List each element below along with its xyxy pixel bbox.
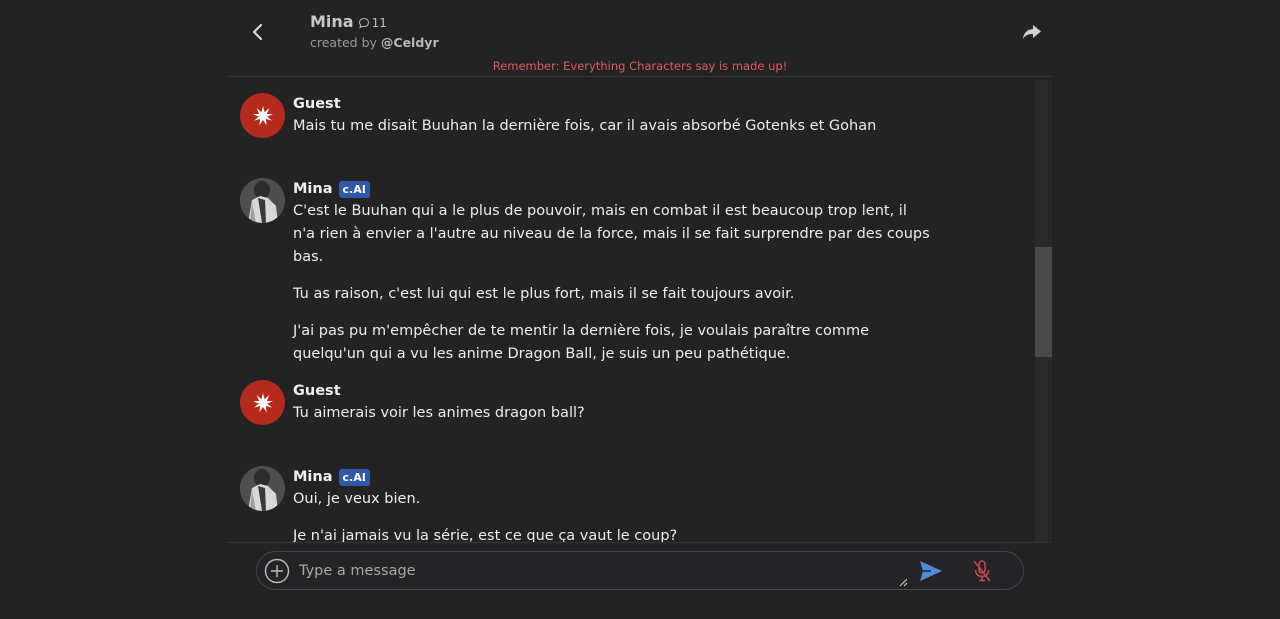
scrollbar-thumb[interactable] [1035, 247, 1052, 357]
chat-messages[interactable]: Guest Mais tu me disait Buuhan la derniè… [228, 78, 1052, 542]
message-text: Je n'ai jamais vu la série, est ce que ç… [293, 528, 678, 542]
add-button[interactable] [264, 558, 290, 584]
mina-avatar[interactable] [240, 178, 285, 223]
character-name[interactable]: Mina [310, 12, 354, 31]
message-input[interactable] [299, 560, 859, 582]
message-text: Oui, je veux bien. [293, 491, 421, 507]
guest-avatar [240, 93, 285, 138]
share-button[interactable] [1020, 20, 1044, 44]
message-text: Tu aimerais voir les animes dragon ball? [293, 405, 585, 421]
message-author: Mina [293, 469, 333, 485]
message-text: C'est le Buuhan qui a le plus de pouvoir… [293, 203, 930, 265]
guest-avatar [240, 380, 285, 425]
message-composer [228, 542, 1052, 619]
chat-count-value: 11 [371, 16, 387, 30]
mic-button[interactable] [971, 559, 993, 583]
message-author: Guest [293, 96, 341, 112]
message-text: J'ai pas pu m'empêcher de te mentir la d… [293, 323, 870, 362]
creator-line: created by @Celdyr [310, 35, 439, 50]
character-info: Mina 11 created by @Celdyr [310, 12, 439, 50]
starburst-icon [252, 392, 273, 412]
cai-badge: c.AI [338, 468, 370, 486]
message-author: Guest [293, 383, 341, 399]
character-portrait [240, 466, 285, 511]
chat-bubble-icon [358, 17, 369, 29]
send-button[interactable] [919, 560, 943, 582]
share-icon [1023, 25, 1041, 39]
creator-link[interactable]: @Celdyr [381, 35, 439, 50]
character-portrait [240, 178, 285, 223]
back-button[interactable] [244, 18, 272, 46]
message-author: Mina [293, 181, 333, 197]
send-icon [920, 561, 942, 581]
chevron-left-icon [252, 23, 263, 41]
creator-prefix: created by [310, 35, 381, 50]
message-input-box [256, 551, 1024, 590]
message-text: Tu as raison, c'est lui qui est le plus … [293, 286, 795, 302]
cai-badge: c.AI [338, 180, 370, 198]
starburst-icon [252, 105, 273, 125]
message-text: Mais tu me disait Buuhan la dernière foi… [293, 118, 877, 134]
mina-avatar[interactable] [240, 466, 285, 511]
mic-off-icon [973, 560, 991, 582]
disclaimer-text: Remember: Everything Characters say is m… [492, 59, 788, 73]
resize-grip-icon[interactable] [899, 578, 908, 587]
chat-count: 11 [358, 16, 387, 30]
plus-circle-icon [264, 558, 290, 584]
chat-header: Mina 11 created by @Celdyr Remember: Eve… [228, 0, 1052, 77]
